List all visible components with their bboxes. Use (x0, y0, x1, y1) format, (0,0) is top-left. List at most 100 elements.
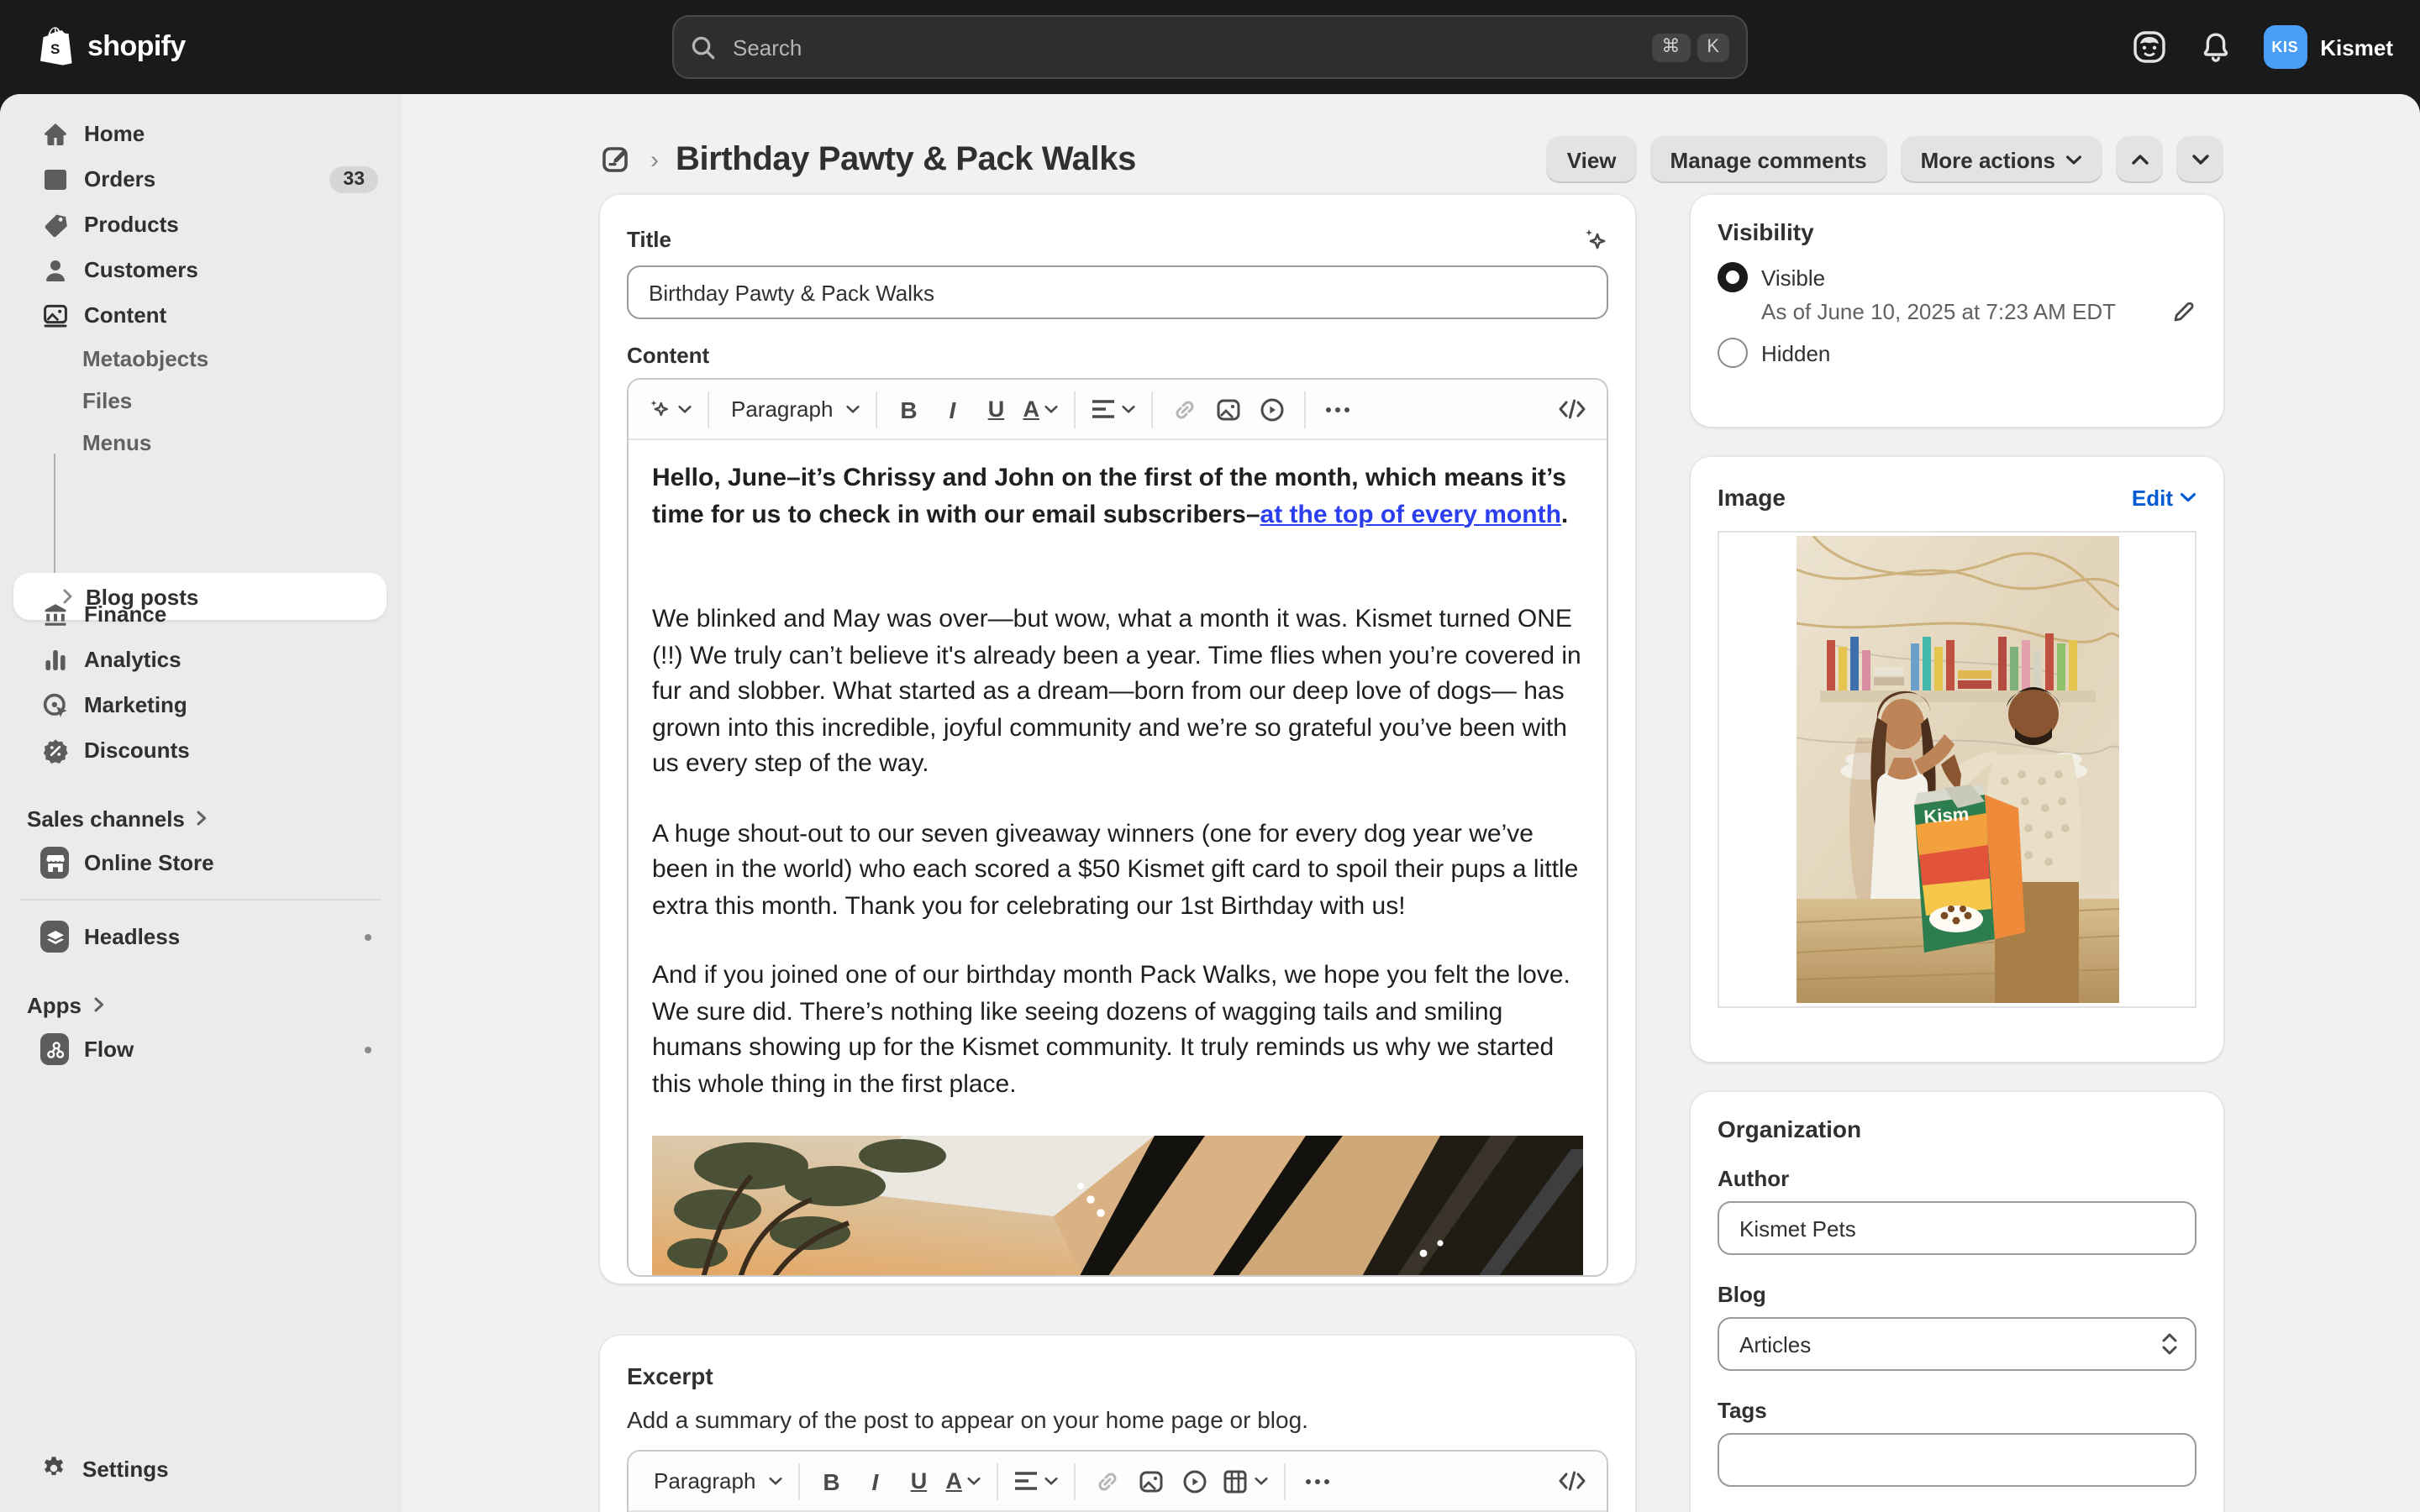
post-title-input[interactable] (627, 265, 1608, 319)
featured-image-card: Image Edit (1691, 457, 2223, 1062)
app-root: S shopify ⌘ K (0, 0, 2420, 1512)
tags-label: Tags (1718, 1398, 2196, 1423)
next-post-button[interactable] (2176, 136, 2223, 183)
insert-video-button[interactable] (1251, 387, 1295, 431)
insert-image-button[interactable] (1130, 1459, 1174, 1503)
radio-selected[interactable] (1718, 262, 1748, 292)
body-link[interactable]: at the top of every month (1260, 500, 1561, 528)
blog-select[interactable]: Articles (1718, 1317, 2196, 1371)
sidebar-item-orders[interactable]: Orders 33 (0, 156, 402, 202)
edit-date-pencil-icon[interactable] (2171, 299, 2196, 324)
code-view-button[interactable] (1549, 387, 1593, 431)
featured-image-frame[interactable]: Kism (1718, 531, 2196, 1008)
italic-button[interactable]: I (930, 387, 974, 431)
underline-button[interactable]: U (897, 1459, 940, 1503)
visible-radio-row[interactable]: Visible (1718, 262, 2196, 292)
hidden-radio-row[interactable]: Hidden (1718, 338, 2196, 368)
title-label: Title (627, 226, 671, 251)
sidekick-icon[interactable] (2130, 29, 2167, 66)
insert-table-button[interactable] (1218, 1459, 1275, 1503)
chevron-down-icon (967, 1476, 982, 1486)
link-button[interactable] (1164, 387, 1207, 431)
manage-comments-button[interactable]: Manage comments (1650, 136, 1887, 183)
view-button[interactable]: View (1547, 136, 1637, 183)
sidebar-item-analytics[interactable]: Analytics (0, 637, 402, 682)
excerpt-card: Excerpt Add a summary of the post to app… (600, 1336, 1635, 1512)
chevron-right-icon (90, 996, 107, 1013)
sidebar-item-discounts[interactable]: Discounts (0, 727, 402, 773)
text-color-button[interactable]: A (1018, 387, 1065, 431)
sidebar-item-settings[interactable]: Settings (0, 1445, 402, 1492)
left-column: Title Content (600, 195, 1635, 1512)
insert-video-button[interactable] (1174, 1459, 1218, 1503)
sidebar-divider (20, 899, 381, 900)
sidebar-item-headless[interactable]: Headless (0, 914, 402, 959)
author-input[interactable] (1718, 1201, 2196, 1255)
sidebar-item-customers[interactable]: Customers (0, 247, 402, 292)
previous-post-button[interactable] (2116, 136, 2163, 183)
code-view-button[interactable] (1549, 1459, 1593, 1503)
store-menu[interactable]: KIS Kismet (2263, 25, 2393, 69)
content-columns: Title Content (600, 195, 2223, 1512)
sales-channels-header[interactable]: Sales channels (0, 796, 402, 840)
sidebar-item-home[interactable]: Home (0, 111, 402, 156)
paragraph-style-dropdown[interactable]: Paragraph (719, 387, 865, 431)
radio-unselected[interactable] (1718, 338, 1748, 368)
text-color-button[interactable]: A (940, 1459, 987, 1503)
image-heading: Image (1718, 484, 1786, 511)
sidebar-item-products[interactable]: Products (0, 202, 402, 247)
organization-card: Organization Author Blog Articles Tags (1691, 1092, 2223, 1512)
ai-sparkle-button[interactable] (642, 387, 697, 431)
sidebar: Home Orders 33 Products (0, 94, 402, 1512)
bold-button[interactable]: B (809, 1459, 853, 1503)
target-cursor-icon (40, 690, 69, 719)
embedded-content-photo[interactable] (652, 1136, 1583, 1275)
svg-text:S: S (50, 41, 60, 57)
chevron-down-icon (1122, 404, 1137, 414)
italic-button[interactable]: I (853, 1459, 897, 1503)
sidebar-item-finance[interactable]: Finance (0, 591, 402, 637)
storefront-icon (40, 848, 69, 877)
global-search[interactable]: ⌘ K (672, 15, 1748, 79)
content-icon (40, 301, 69, 329)
underline-button[interactable]: U (974, 387, 1018, 431)
sidebar-item-marketing[interactable]: Marketing (0, 682, 402, 727)
sidebar-item-content[interactable]: Content (0, 292, 402, 338)
page-title: Birthday Pawty & Pack Walks (676, 140, 1136, 179)
blog-post-compose-icon[interactable] (600, 143, 634, 176)
sidebar-item-metaobjects[interactable]: Metaobjects (0, 338, 402, 380)
store-avatar: KIS (2263, 25, 2307, 69)
bank-icon (40, 600, 69, 628)
orders-icon (40, 165, 69, 193)
link-button[interactable] (1086, 1459, 1130, 1503)
headless-app-icon (40, 922, 69, 951)
more-formatting-button[interactable] (1297, 1459, 1340, 1503)
search-input[interactable] (729, 33, 1644, 61)
excerpt-heading: Excerpt (627, 1362, 1608, 1389)
bold-button[interactable]: B (886, 387, 930, 431)
tags-input[interactable] (1718, 1433, 2196, 1487)
sidebar-item-online-store[interactable]: Online Store (0, 840, 402, 885)
notifications-bell-icon[interactable] (2197, 29, 2233, 65)
shortcut-cmd-key: ⌘ (1651, 33, 1690, 61)
page-header: › Birthday Pawty & Pack Walks View Manag… (600, 134, 2223, 185)
visibility-card: Visibility Visible As of June 10, 2025 a… (1691, 195, 2223, 427)
sidebar-item-files[interactable]: Files (0, 380, 402, 422)
alignment-button[interactable] (1009, 1459, 1065, 1503)
more-actions-button[interactable]: More actions (1901, 136, 2102, 183)
sidebar-item-flow[interactable]: Flow (0, 1026, 402, 1072)
insert-image-button[interactable] (1207, 387, 1251, 431)
post-body-editor[interactable]: Hello, June–it’s Chrissy and John on the… (629, 440, 1607, 1275)
alignment-button[interactable] (1086, 387, 1142, 431)
shopify-logo[interactable]: S shopify (37, 25, 186, 69)
image-edit-dropdown[interactable]: Edit (2132, 485, 2196, 510)
more-formatting-button[interactable] (1317, 387, 1360, 431)
discount-badge-icon (40, 736, 69, 764)
paragraph-style-dropdown[interactable]: Paragraph (642, 1459, 787, 1503)
apps-header[interactable]: Apps (0, 983, 402, 1026)
home-icon (40, 119, 69, 148)
shortcut-k-key: K (1697, 33, 1729, 61)
sidebar-item-label: Products (84, 212, 179, 237)
magic-sparkle-icon[interactable] (1580, 224, 1608, 253)
flow-app-icon (40, 1035, 69, 1063)
